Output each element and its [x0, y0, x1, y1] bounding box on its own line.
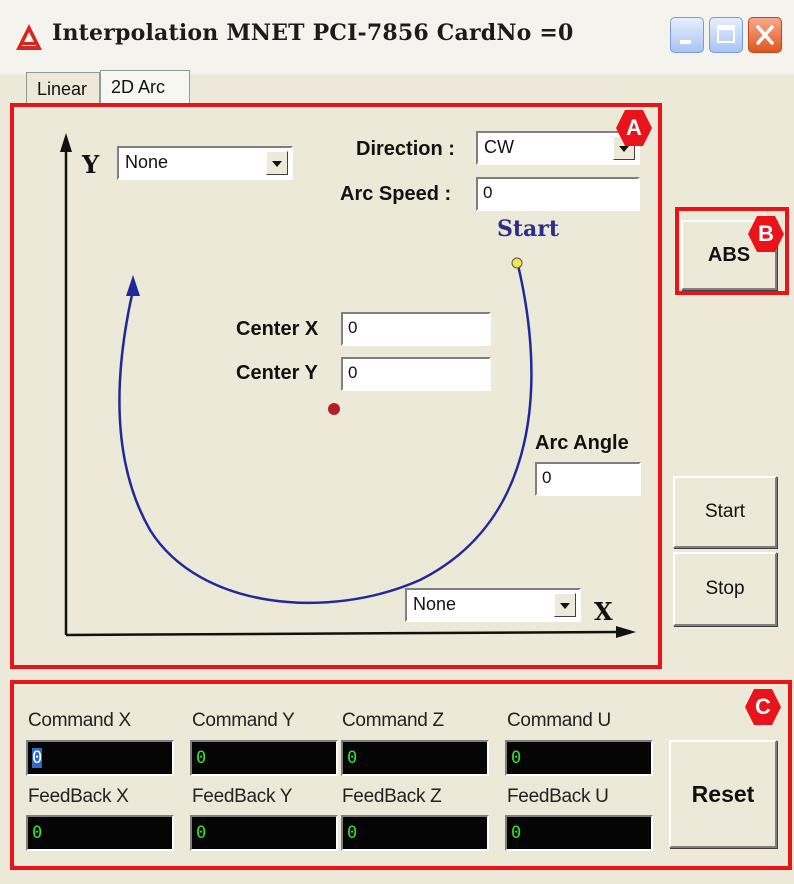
start-button[interactable]: Start [673, 476, 777, 548]
annotation-box-c [10, 680, 792, 870]
stop-button[interactable]: Stop [673, 552, 777, 626]
annotation-box-a [10, 103, 662, 669]
